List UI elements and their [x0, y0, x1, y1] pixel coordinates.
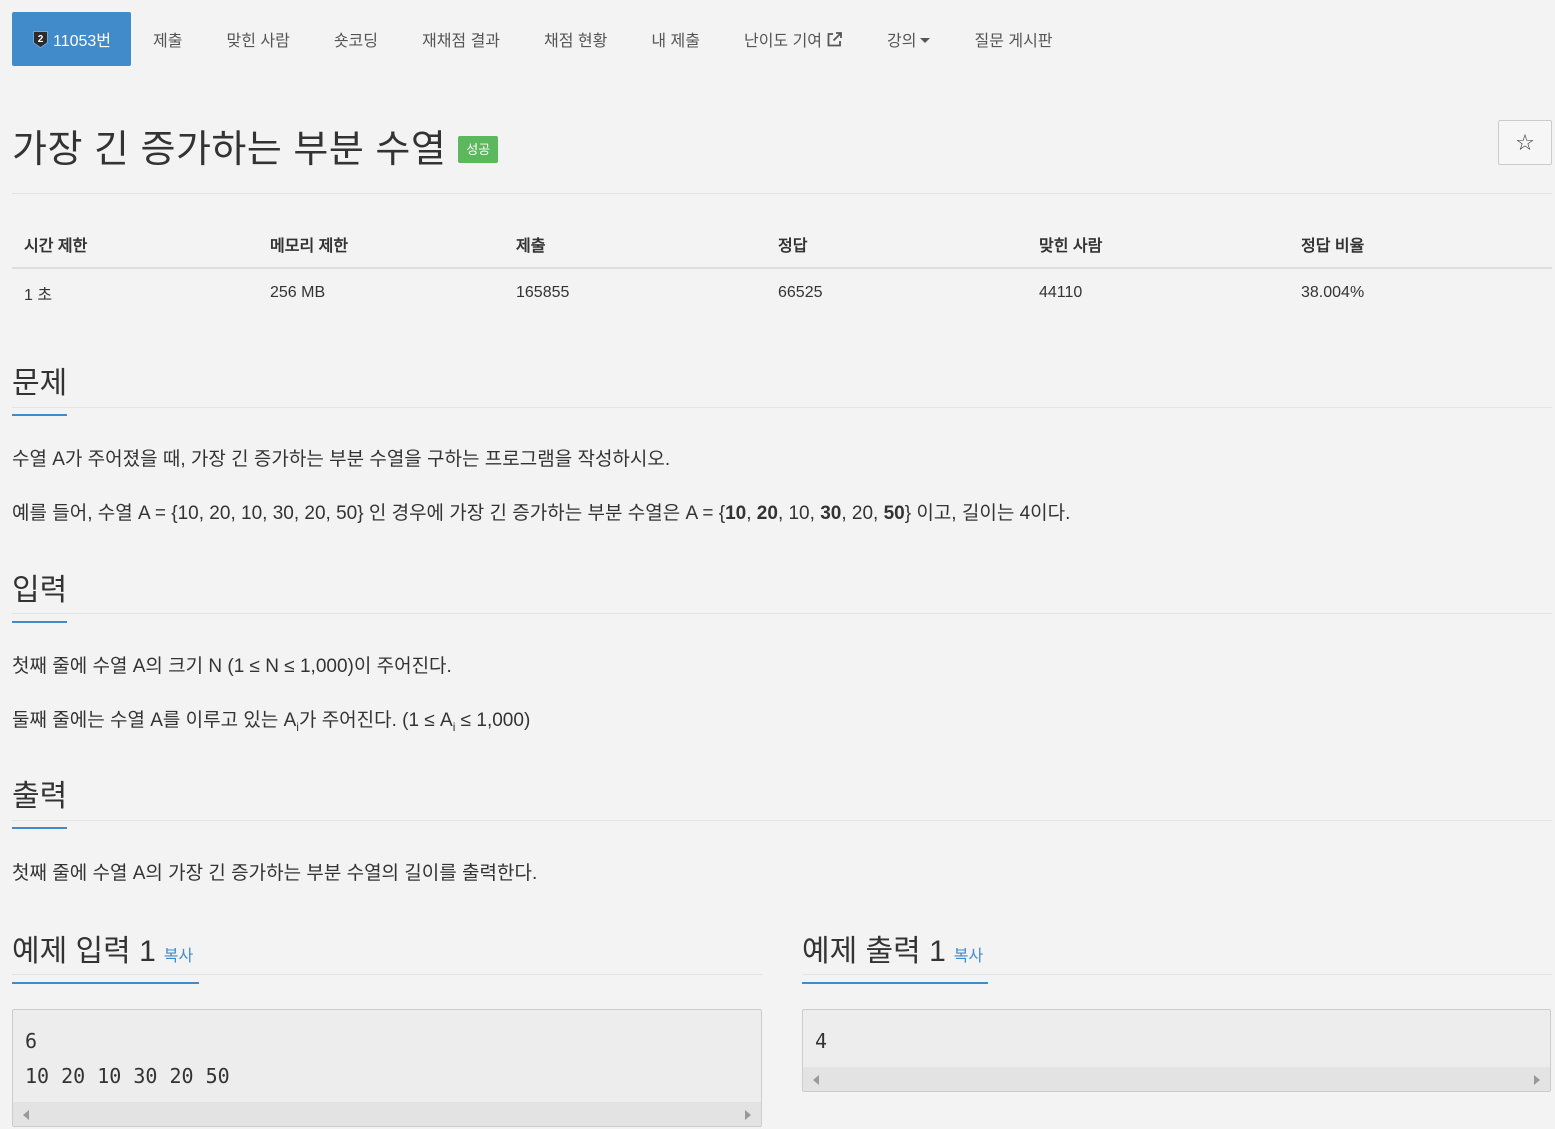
table-header-row: 시간 제한 메모리 제한 제출 정답 맞힌 사람 정답 비율 — [12, 220, 1552, 269]
text-span: 가 주어진다. (1 ≤ A — [298, 710, 453, 731]
col-submissions: 제출 — [504, 220, 766, 269]
horizontal-scrollbar[interactable] — [13, 1102, 761, 1126]
problem-info-table: 시간 제한 메모리 제한 제출 정답 맞힌 사람 정답 비율 1 초 256 M… — [12, 220, 1552, 316]
col-accepted: 정답 — [766, 220, 1027, 269]
accept-rate-value: 38.004% — [1301, 283, 1365, 301]
copy-sample-input-link[interactable]: 복사 — [164, 948, 193, 965]
input-section-heading: 입력 — [12, 565, 68, 623]
output-description: 첫째 줄에 수열 A의 가장 긴 증가하는 부분 수열의 길이를 출력한다. — [12, 863, 538, 884]
bold-span: 30 — [820, 503, 842, 524]
problem-menu: 2 11053번 제출 맞힌 사람 숏코딩 재채점 결과 채점 현황 내 제출 … — [12, 12, 1075, 66]
page-title: 가장 긴 증가하는 부분 수열 — [12, 129, 447, 171]
col-solved-users: 맞힌 사람 — [1027, 220, 1289, 269]
table-row: 1 초 256 MB 165855 66525 44110 38.004% — [12, 268, 1552, 316]
nav-submit[interactable]: 제출 — [131, 12, 204, 66]
nav-lecture-label: 강의 — [887, 33, 917, 50]
time-limit-value: 1 초 — [24, 286, 53, 304]
solved-users-value: 44110 — [1039, 283, 1083, 301]
tier-badge-icon: 2 — [33, 30, 48, 48]
output-heading: 출력 — [12, 780, 68, 813]
heading-underline — [12, 827, 67, 829]
text-span: , 10, — [777, 503, 821, 524]
favorite-star-button[interactable]: ☆ — [1498, 120, 1552, 165]
scroll-left-icon[interactable] — [813, 1075, 819, 1085]
nav-judge-status-label: 채점 현황 — [544, 33, 608, 50]
col-time-limit: 시간 제한 — [12, 220, 258, 269]
divider — [12, 193, 1552, 194]
problem-page: 2 11053번 제출 맞힌 사람 숏코딩 재채점 결과 채점 현황 내 제출 … — [0, 0, 1555, 1129]
divider — [12, 974, 762, 975]
bold-span: 50 — [883, 503, 905, 524]
sample-output-text: 4 — [815, 1029, 828, 1053]
divider — [12, 407, 1552, 408]
nav-short-coding-label: 숏코딩 — [333, 33, 378, 50]
nav-rejudge-result[interactable]: 재채점 결과 — [400, 12, 522, 66]
nav-question-board-label: 질문 게시판 — [974, 33, 1053, 50]
divider — [802, 974, 1552, 975]
input-heading: 입력 — [12, 574, 68, 607]
nav-lecture-dropdown[interactable]: 강의 — [865, 12, 952, 66]
sample-input-heading: 예제 입력 1 복사 — [12, 926, 199, 984]
heading-underline — [12, 621, 67, 623]
sample-input-text: 6 10 20 10 30 20 50 — [25, 1029, 230, 1088]
problem-heading: 문제 — [12, 367, 68, 400]
submissions-value: 165855 — [516, 283, 570, 301]
sample-output-title: 예제 출력 1 — [802, 935, 946, 968]
horizontal-scrollbar[interactable] — [803, 1067, 1550, 1091]
col-memory-limit: 메모리 제한 — [258, 220, 504, 269]
problem-example-text: 예를 들어, 수열 A = {10, 20, 10, 30, 20, 50} 인… — [12, 503, 1071, 524]
nav-difficulty-label: 난이도 기여 — [743, 33, 823, 50]
input-description-line2: 둘째 줄에는 수열 A를 이루고 있는 Ai가 주어진다. (1 ≤ Ai ≤ … — [12, 707, 530, 736]
scroll-right-icon[interactable] — [745, 1110, 751, 1120]
caret-down-icon — [920, 37, 931, 43]
sample-output-heading: 예제 출력 1 복사 — [802, 926, 988, 984]
bold-span: 20 — [756, 503, 778, 524]
copy-sample-output-link[interactable]: 복사 — [954, 948, 983, 965]
text-span: 둘째 줄에는 수열 A를 이루고 있는 A — [12, 710, 297, 731]
problem-description: 수열 A가 주어졌을 때, 가장 긴 증가하는 부분 수열을 구하는 프로그램을… — [12, 449, 671, 470]
svg-text:2: 2 — [38, 34, 44, 45]
scroll-left-icon[interactable] — [23, 1110, 29, 1120]
accepted-value: 66525 — [778, 283, 823, 301]
heading-underline — [12, 414, 67, 416]
nav-problem-number[interactable]: 2 11053번 — [12, 12, 132, 66]
bold-span: 10 — [725, 503, 747, 524]
input-description-line1: 첫째 줄에 수열 A의 크기 N (1 ≤ N ≤ 1,000)이 주어진다. — [12, 656, 452, 677]
memory-limit-value: 256 MB — [270, 283, 326, 301]
nav-my-submissions-label: 내 제출 — [651, 33, 700, 50]
heading-underline — [802, 982, 988, 984]
nav-solved-users-label: 맞힌 사람 — [226, 33, 290, 50]
text-span: } 이고, 길이는 4이다. — [904, 503, 1071, 524]
title-row: 가장 긴 증가하는 부분 수열 성공 — [12, 118, 499, 173]
text-span: 예를 들어, 수열 A = {10, 20, 10, 30, 20, 50} 인… — [12, 503, 726, 524]
heading-underline — [12, 982, 199, 984]
divider — [12, 613, 1552, 614]
sample-input-title: 예제 입력 1 — [12, 935, 156, 968]
divider — [12, 820, 1552, 821]
nav-short-coding[interactable]: 숏코딩 — [312, 12, 400, 66]
nav-rejudge-result-label: 재채점 결과 — [421, 33, 501, 50]
external-link-icon — [827, 31, 842, 46]
text-span: ≤ 1,000) — [455, 710, 531, 731]
sample-output-box[interactable]: 4 — [802, 1009, 1551, 1092]
output-section-heading: 출력 — [12, 771, 68, 829]
nav-my-submissions[interactable]: 내 제출 — [629, 12, 722, 66]
star-icon: ☆ — [1515, 129, 1535, 155]
problem-section-heading: 문제 — [12, 358, 68, 416]
col-accept-rate: 정답 비율 — [1289, 220, 1552, 269]
nav-difficulty-contribution[interactable]: 난이도 기여 — [722, 12, 865, 66]
sample-input-box[interactable]: 6 10 20 10 30 20 50 — [12, 1009, 762, 1127]
nav-judge-status[interactable]: 채점 현황 — [522, 12, 629, 66]
nav-solved-users[interactable]: 맞힌 사람 — [204, 12, 311, 66]
nav-submit-label: 제출 — [153, 33, 183, 50]
nav-problem-number-label: 11053번 — [53, 33, 112, 50]
text-span: , 20, — [841, 503, 884, 524]
scroll-right-icon[interactable] — [1534, 1075, 1540, 1085]
nav-question-board[interactable]: 질문 게시판 — [952, 12, 1074, 66]
status-badge: 성공 — [458, 136, 499, 163]
